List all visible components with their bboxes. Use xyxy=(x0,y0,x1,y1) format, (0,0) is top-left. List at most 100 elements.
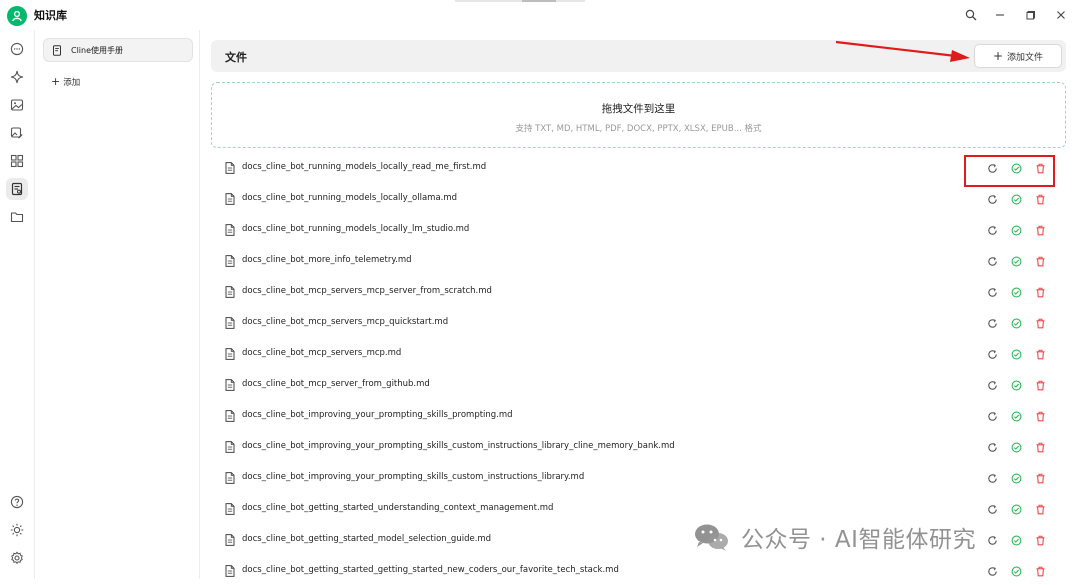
image-edit-icon[interactable] xyxy=(6,122,28,144)
refresh-icon[interactable] xyxy=(986,224,998,236)
file-icon xyxy=(225,534,235,546)
add-knowledge-base-button[interactable]: + 添加 xyxy=(51,75,80,88)
check-circle-icon[interactable] xyxy=(1010,410,1022,422)
file-row[interactable]: docs_cline_bot_improving_your_prompting_… xyxy=(211,402,1066,430)
annotation-highlight-box xyxy=(964,155,1055,187)
minimize-icon[interactable] xyxy=(991,7,1009,23)
refresh-icon[interactable] xyxy=(986,503,998,515)
maximize-icon[interactable] xyxy=(1022,7,1040,23)
trash-icon[interactable] xyxy=(1034,224,1046,236)
file-row[interactable]: docs_cline_bot_mcp_servers_mcp.md xyxy=(211,340,1066,368)
check-circle-icon[interactable] xyxy=(1010,379,1022,391)
refresh-icon[interactable] xyxy=(986,317,998,329)
annotation-arrow xyxy=(835,40,970,62)
file-icon xyxy=(225,286,235,298)
file-row[interactable]: docs_cline_bot_mcp_servers_mcp_quickstar… xyxy=(211,309,1066,337)
file-icon xyxy=(225,224,235,236)
file-row[interactable]: docs_cline_bot_getting_started_getting_s… xyxy=(211,557,1066,585)
file-row[interactable]: docs_cline_bot_improving_your_prompting_… xyxy=(211,464,1066,492)
folder-icon[interactable] xyxy=(6,206,28,228)
trash-icon[interactable] xyxy=(1034,317,1046,329)
file-name: docs_cline_bot_more_info_telemetry.md xyxy=(242,255,412,265)
file-name: docs_cline_bot_mcp_server_from_github.md xyxy=(242,379,430,389)
file-row[interactable]: docs_cline_bot_more_info_telemetry.md xyxy=(211,247,1066,275)
help-icon[interactable] xyxy=(6,491,28,513)
file-row[interactable]: docs_cline_bot_mcp_servers_mcp_server_fr… xyxy=(211,278,1066,306)
check-circle-icon[interactable] xyxy=(1010,472,1022,484)
file-row[interactable]: docs_cline_bot_running_models_locally_re… xyxy=(211,154,1066,182)
close-icon[interactable] xyxy=(1052,7,1070,23)
file-icon xyxy=(225,441,235,453)
trash-icon[interactable] xyxy=(1034,410,1046,422)
refresh-icon[interactable] xyxy=(986,193,998,205)
theme-icon[interactable] xyxy=(6,519,28,541)
file-name: docs_cline_bot_running_models_locally_lm… xyxy=(242,224,470,234)
apps-grid-icon[interactable] xyxy=(6,150,28,172)
sparkle-icon[interactable] xyxy=(6,66,28,88)
search-icon[interactable] xyxy=(962,7,980,23)
check-circle-icon[interactable] xyxy=(1010,348,1022,360)
file-icon xyxy=(225,472,235,484)
trash-icon[interactable] xyxy=(1034,503,1046,515)
refresh-icon[interactable] xyxy=(986,472,998,484)
refresh-icon[interactable] xyxy=(986,410,998,422)
check-circle-icon[interactable] xyxy=(1010,255,1022,267)
knowledge-base-item-cline[interactable]: Cline使用手册 xyxy=(43,38,193,62)
refresh-icon[interactable] xyxy=(986,348,998,360)
check-circle-icon[interactable] xyxy=(1010,534,1022,546)
refresh-icon[interactable] xyxy=(986,441,998,453)
file-name: docs_cline_bot_running_models_locally_re… xyxy=(242,162,487,172)
refresh-icon[interactable] xyxy=(986,255,998,267)
dropzone-subtitle: 支持 TXT, MD, HTML, PDF, DOCX, PPTX, XLSX,… xyxy=(515,124,762,134)
file-row[interactable]: docs_cline_bot_running_models_locally_ol… xyxy=(211,185,1066,213)
file-row[interactable]: docs_cline_bot_getting_started_understan… xyxy=(211,495,1066,523)
image-icon[interactable] xyxy=(6,94,28,116)
trash-icon[interactable] xyxy=(1034,565,1046,577)
file-dropzone[interactable]: 拖拽文件到这里 支持 TXT, MD, HTML, PDF, DOCX, PPT… xyxy=(211,82,1066,148)
check-circle-icon[interactable] xyxy=(1010,224,1022,236)
trash-icon[interactable] xyxy=(1034,441,1046,453)
file-row[interactable]: docs_cline_bot_mcp_server_from_github.md xyxy=(211,371,1066,399)
file-name: docs_cline_bot_mcp_servers_mcp.md xyxy=(242,348,402,358)
refresh-icon[interactable] xyxy=(986,534,998,546)
trash-icon[interactable] xyxy=(1034,348,1046,360)
refresh-icon[interactable] xyxy=(986,565,998,577)
check-circle-icon[interactable] xyxy=(1010,286,1022,298)
check-circle-icon[interactable] xyxy=(1010,565,1022,577)
file-row[interactable]: docs_cline_bot_running_models_locally_lm… xyxy=(211,216,1066,244)
watermark-text: 公众号 · AI智能体研究 xyxy=(741,527,976,553)
trash-icon[interactable] xyxy=(1034,286,1046,298)
check-circle-icon[interactable] xyxy=(1010,317,1022,329)
app-title: 知识库 xyxy=(34,9,67,22)
window-drag-handle[interactable] xyxy=(455,0,585,2)
file-name: docs_cline_bot_getting_started_model_sel… xyxy=(242,534,492,544)
knowledge-base-item-label: Cline使用手册 xyxy=(71,45,124,55)
file-name: docs_cline_bot_improving_your_prompting_… xyxy=(242,472,585,482)
trash-icon[interactable] xyxy=(1034,379,1046,391)
add-file-button[interactable]: + 添加文件 xyxy=(974,44,1062,68)
file-row[interactable]: docs_cline_bot_improving_your_prompting_… xyxy=(211,433,1066,461)
nav-rail xyxy=(0,30,35,579)
refresh-icon[interactable] xyxy=(986,286,998,298)
file-icon xyxy=(225,193,235,205)
file-name: docs_cline_bot_getting_started_understan… xyxy=(242,503,554,513)
add-knowledge-base-label: 添加 xyxy=(63,77,81,88)
check-circle-icon[interactable] xyxy=(1010,503,1022,515)
knowledge-base-list: Cline使用手册 + 添加 xyxy=(35,30,200,579)
wechat-icon xyxy=(695,524,728,551)
file-name: docs_cline_bot_mcp_servers_mcp_quickstar… xyxy=(242,317,449,327)
trash-icon[interactable] xyxy=(1034,534,1046,546)
refresh-icon[interactable] xyxy=(986,379,998,391)
dropzone-title: 拖拽文件到这里 xyxy=(601,103,676,115)
trash-icon[interactable] xyxy=(1034,472,1046,484)
check-circle-icon[interactable] xyxy=(1010,441,1022,453)
window-drag-handle-active xyxy=(522,0,556,2)
plus-icon: + xyxy=(992,49,1004,63)
file-icon xyxy=(225,379,235,391)
settings-icon[interactable] xyxy=(6,547,28,569)
check-circle-icon[interactable] xyxy=(1010,193,1022,205)
chat-icon[interactable] xyxy=(6,38,28,60)
knowledge-base-icon[interactable] xyxy=(6,178,28,200)
trash-icon[interactable] xyxy=(1034,255,1046,267)
trash-icon[interactable] xyxy=(1034,193,1046,205)
